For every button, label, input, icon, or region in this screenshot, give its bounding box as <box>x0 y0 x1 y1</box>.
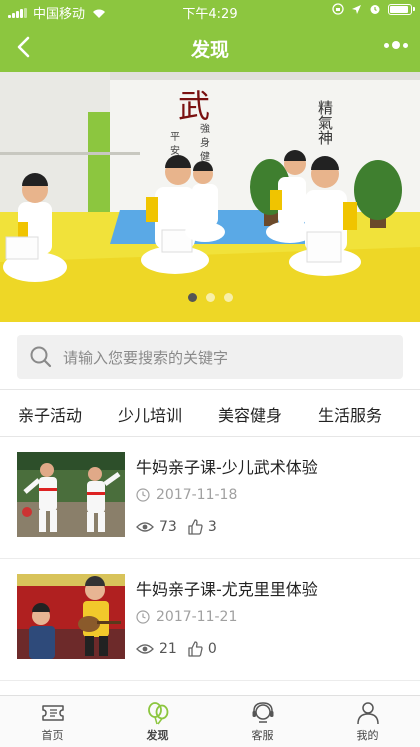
banner-calligraphy-main: 武 <box>178 87 210 125</box>
more-dots-icon[interactable] <box>384 41 408 49</box>
views-stat: 73 <box>136 519 177 535</box>
thumbs-up-icon <box>188 641 203 657</box>
views-count: 21 <box>159 641 177 657</box>
item-date: 2017-11-21 <box>136 609 237 625</box>
page-title: 发现 <box>190 39 229 61</box>
status-bar: 中国移动 下午4:29 <box>0 0 420 22</box>
likes-count: 3 <box>207 519 217 535</box>
list-item[interactable]: 牛妈亲子课-少儿武术体验 2017-11-18 73 3 <box>0 437 420 559</box>
location-icon <box>352 4 361 14</box>
carousel-dot[interactable] <box>205 293 215 302</box>
item-date-text: 2017-11-18 <box>156 487 238 503</box>
alarm-icon <box>370 5 380 14</box>
eye-icon <box>136 522 154 532</box>
search-icon <box>30 346 52 368</box>
svg-text:強: 強 <box>200 122 210 135</box>
activity-list: 牛妈亲子课-少儿武术体验 2017-11-18 73 3 牛妈亲子课-尤克里里体… <box>0 437 420 681</box>
item-title: 牛妈亲子课-少儿武术体验 <box>136 458 318 477</box>
search-section: 请输入您要搜索的关键字 <box>0 322 420 390</box>
item-thumbnail <box>17 452 125 537</box>
list-item[interactable]: 牛妈亲子课-尤克里里体验 2017-11-21 21 0 <box>0 559 420 681</box>
item-thumbnail <box>17 574 125 659</box>
tab-kids-training[interactable]: 少儿培训 <box>100 402 200 426</box>
tab-life-services[interactable]: 生活服务 <box>300 402 400 426</box>
category-tabs: 亲子活动 少儿培训 美容健身 生活服务 <box>0 391 420 437</box>
views-stat: 21 <box>136 641 177 657</box>
views-count: 73 <box>159 519 177 535</box>
search-input[interactable]: 请输入您要搜索的关键字 <box>17 335 403 379</box>
balloon-icon <box>147 702 168 725</box>
item-stats: 73 3 <box>136 519 227 535</box>
user-icon <box>356 702 379 725</box>
clock-icon <box>136 610 150 624</box>
svg-text:平: 平 <box>170 132 180 143</box>
tab-beauty-fitness[interactable]: 美容健身 <box>200 402 300 426</box>
banner-carousel[interactable]: 武 平安喜 強身健體 精氣神 <box>0 72 420 322</box>
status-right <box>332 3 415 15</box>
likes-stat[interactable]: 3 <box>187 519 217 535</box>
carousel-dot[interactable] <box>223 293 233 302</box>
likes-stat[interactable]: 0 <box>187 641 217 657</box>
eye-icon <box>136 644 154 654</box>
tabbar-profile[interactable]: 我的 <box>315 696 420 747</box>
tabbar-label: 首页 <box>41 729 64 742</box>
banner-calligraphy-right: 精氣神 <box>316 100 334 145</box>
svg-text:身: 身 <box>200 136 210 149</box>
tabbar-label: 我的 <box>356 729 379 742</box>
banner-image: 武 平安喜 強身健體 精氣神 <box>0 72 420 322</box>
headset-icon <box>252 702 273 723</box>
tabbar-home[interactable]: 首页 <box>0 696 105 747</box>
ticket-icon <box>41 705 64 721</box>
tab-parent-child[interactable]: 亲子活动 <box>0 402 100 426</box>
bottom-tab-bar: 首页 发现 客服 我的 <box>0 695 420 747</box>
carousel-dot[interactable] <box>187 293 197 302</box>
item-date-text: 2017-11-21 <box>156 609 238 625</box>
item-date: 2017-11-18 <box>136 487 237 503</box>
lock-rotation-icon <box>332 3 344 15</box>
battery-icon <box>388 3 415 15</box>
item-stats: 21 0 <box>136 641 227 657</box>
carousel-dots[interactable] <box>0 293 420 302</box>
item-title: 牛妈亲子课-尤克里里体验 <box>136 580 318 599</box>
tabbar-service[interactable]: 客服 <box>210 696 315 747</box>
tabbar-label: 客服 <box>251 729 274 742</box>
search-placeholder: 请输入您要搜索的关键字 <box>63 348 229 367</box>
tabbar-discover[interactable]: 发现 <box>105 696 210 747</box>
thumbs-up-icon <box>188 519 203 535</box>
tabbar-label: 发现 <box>146 729 169 742</box>
likes-count: 0 <box>207 641 217 657</box>
clock-icon <box>136 488 150 502</box>
nav-bar: 发现 <box>0 22 420 72</box>
